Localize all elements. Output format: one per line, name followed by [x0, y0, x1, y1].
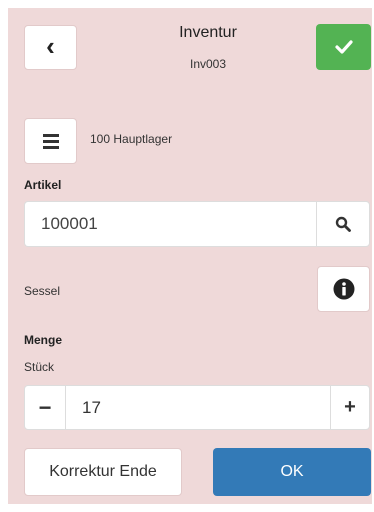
unit-label: Stück	[24, 360, 55, 374]
page-title: Inventur	[179, 24, 237, 41]
chevron-left-icon: ‹	[46, 30, 55, 61]
warehouse-select-button[interactable]	[24, 118, 77, 164]
ok-button[interactable]: OK	[213, 448, 371, 496]
quantity-increment-button[interactable]: +	[330, 385, 370, 430]
confirm-button[interactable]	[316, 24, 371, 70]
warehouse-label: 100 Hauptlager	[90, 132, 173, 146]
search-icon	[335, 216, 351, 232]
inventory-screen: ‹ Inventur Inv003 100 Hauptlager Artikel…	[8, 8, 372, 504]
article-search-button[interactable]	[316, 201, 370, 247]
list-icon	[42, 133, 59, 149]
quantity-label: Menge	[24, 333, 63, 347]
article-name: Sessel	[24, 284, 61, 298]
article-label: Artikel	[24, 178, 62, 192]
check-icon	[334, 40, 353, 54]
article-input[interactable]: 100001	[24, 201, 316, 247]
quantity-decrement-button[interactable]: −	[24, 385, 66, 430]
info-icon	[333, 278, 354, 300]
quantity-input[interactable]: 17	[66, 385, 330, 430]
correction-end-button[interactable]: Korrektur Ende	[24, 448, 182, 496]
article-info-button[interactable]	[317, 266, 370, 312]
page-subtitle: Inv003	[189, 57, 227, 71]
back-button[interactable]: ‹	[24, 25, 77, 70]
